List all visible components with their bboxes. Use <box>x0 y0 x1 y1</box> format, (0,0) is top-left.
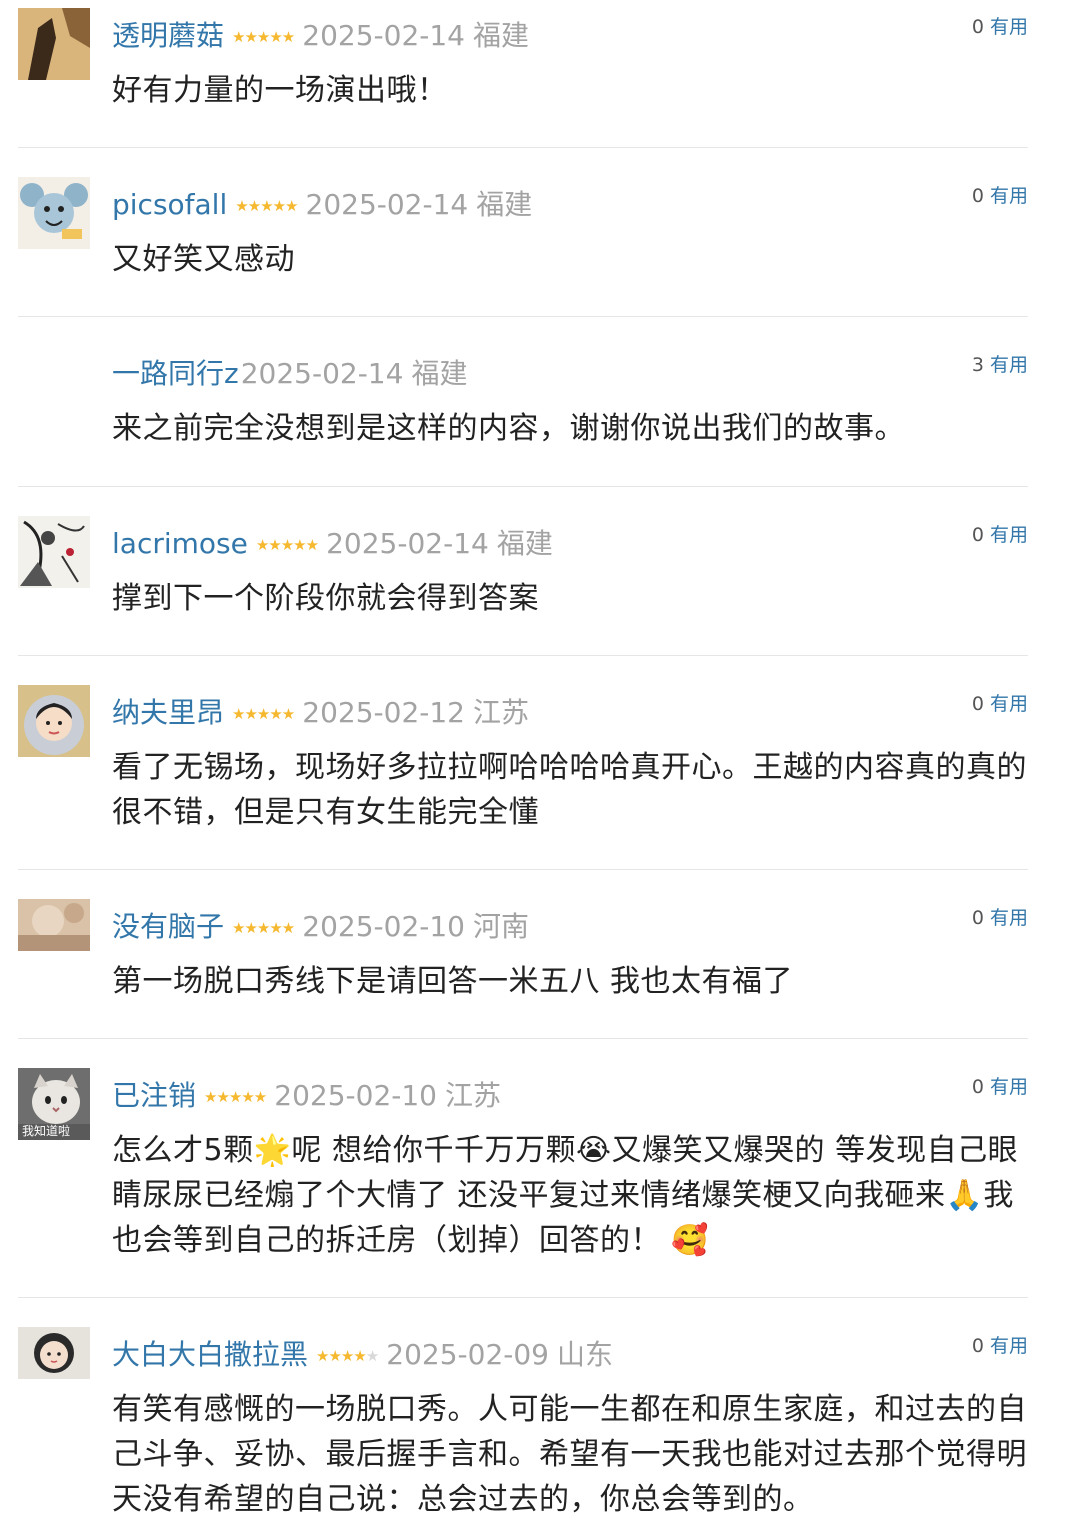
divider <box>18 147 1028 148</box>
useful-vote-button[interactable]: 0 有用 <box>972 12 1028 39</box>
divider <box>18 486 1028 487</box>
review-meta: lacrimose ★★★★★ 2025-02-14 福建 <box>112 522 553 566</box>
review-text: 第一场脱口秀线下是请回答一米五八 我也太有福了 <box>112 964 794 999</box>
review-text: 来之前完全没想到是这样的内容，谢谢你说出我们的故事。 <box>112 411 905 446</box>
review-text: 怎么才5颗🌟呢 想给你千千万万颗😭又爆笑又爆哭的 等发现自己眼睛尿尿已经煽了个大… <box>112 1133 1019 1258</box>
review-meta: 纳夫里昂 ★★★★★ 2025-02-12 江苏 <box>112 691 529 735</box>
rating-stars: ★★★★★ <box>316 1347 379 1365</box>
divider <box>18 1297 1028 1298</box>
review-location: 江苏 <box>473 696 530 729</box>
review-location: 福建 <box>476 188 533 221</box>
rating-stars: ★★★★★ <box>204 1088 267 1106</box>
divider <box>18 655 1028 656</box>
review-meta: 没有脑子 ★★★★★ 2025-02-10 河南 <box>112 905 529 949</box>
username-link[interactable]: 大白大白撒拉黑 <box>112 1333 308 1377</box>
ink-painting-icon[interactable] <box>18 516 90 588</box>
divider <box>18 869 1028 870</box>
review-meta: 大白大白撒拉黑 ★★★★★ 2025-02-09 山东 <box>112 1333 613 1377</box>
review-date: 2025-02-14 <box>302 19 465 52</box>
review-date: 2025-02-10 <box>274 1079 437 1112</box>
useful-vote-button[interactable]: 0 有用 <box>972 520 1028 547</box>
cartoon-mouse-icon[interactable] <box>18 177 90 249</box>
useful-vote-button[interactable]: 0 有用 <box>972 181 1028 208</box>
rating-stars: ★★★★★ <box>232 705 295 723</box>
useful-vote-button[interactable]: 0 有用 <box>972 903 1028 930</box>
username-link[interactable]: 一路同行z <box>112 352 239 396</box>
review-date: 2025-02-09 <box>386 1338 549 1371</box>
review-text: 有笑有感慨的一场脱口秀。人可能一生都在和原生家庭，和过去的自己斗争、妥协、最后握… <box>112 1392 1027 1517</box>
review-text: 好有力量的一场演出哦！ <box>112 73 448 108</box>
rating-stars: ★★★★★ <box>255 536 319 554</box>
girl-hood-icon[interactable] <box>18 685 90 757</box>
review-meta: 一路同行z 2025-02-14 福建 <box>112 352 467 396</box>
review-location: 江苏 <box>445 1079 502 1112</box>
useful-vote-button[interactable]: 0 有用 <box>972 1331 1028 1358</box>
review-date: 2025-02-14 <box>326 527 489 560</box>
review-location: 山东 <box>557 1338 614 1371</box>
shadow-figure-icon[interactable] <box>18 8 90 80</box>
divider <box>18 1038 1028 1039</box>
useful-vote-button[interactable]: 3 有用 <box>972 350 1028 377</box>
useful-vote-button[interactable]: 0 有用 <box>972 1072 1028 1099</box>
review-meta: 透明蘑菇 ★★★★★ 2025-02-14 福建 <box>112 14 529 58</box>
review-meta: 已注销 ★★★★★ 2025-02-10 江苏 <box>112 1074 501 1118</box>
review-date: 2025-02-14 <box>305 188 469 221</box>
username-link[interactable]: 已注销 <box>112 1074 196 1118</box>
review-location: 福建 <box>473 19 530 52</box>
cat-icon[interactable]: 我知道啦 <box>18 1068 90 1140</box>
review-date: 2025-02-10 <box>302 910 465 943</box>
blurry-photo-icon[interactable] <box>18 899 90 951</box>
username-link[interactable]: picsofall <box>112 183 227 227</box>
review-date: 2025-02-12 <box>302 696 465 729</box>
username-link[interactable]: 透明蘑菇 <box>112 14 224 58</box>
rating-stars: ★★★★★ <box>232 919 295 937</box>
review-text: 又好笑又感动 <box>112 242 295 277</box>
username-link[interactable]: 没有脑子 <box>112 905 224 949</box>
review-location: 福建 <box>411 357 468 390</box>
review-meta: picsofall ★★★★★ 2025-02-14 福建 <box>112 183 532 227</box>
useful-vote-button[interactable]: 0 有用 <box>972 689 1028 716</box>
review-date: 2025-02-14 <box>240 357 404 390</box>
rating-stars: ★★★★★ <box>235 197 298 215</box>
avatar-caption: 我知道啦 <box>22 1124 71 1138</box>
username-link[interactable]: 纳夫里昂 <box>112 691 224 735</box>
divider <box>18 316 1028 317</box>
rating-stars: ★★★★★ <box>232 28 295 46</box>
username-link[interactable]: lacrimose <box>112 522 248 566</box>
review-text: 撑到下一个阶段你就会得到答案 <box>112 581 539 616</box>
girl-portrait-icon[interactable] <box>18 1327 90 1379</box>
review-text: 看了无锡场，现场好多拉拉啊哈哈哈哈真开心。王越的内容真的真的很不错，但是只有女生… <box>112 750 1027 830</box>
review-location: 河南 <box>473 910 530 943</box>
review-location: 福建 <box>496 527 553 560</box>
